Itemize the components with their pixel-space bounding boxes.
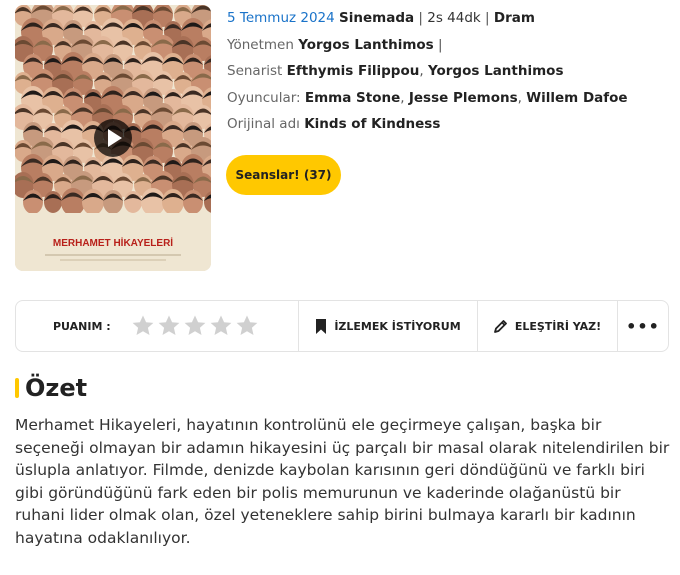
release-date[interactable]: 5 Temmuz 2024 xyxy=(227,10,335,26)
original-title-row: Orijinal adı Kinds of Kindness xyxy=(227,116,667,143)
poster-face xyxy=(141,188,165,216)
movie-info: 5 Temmuz 2024 Sinemada | 2s 44dk | Dram … xyxy=(227,10,667,143)
release-row: 5 Temmuz 2024 Sinemada | 2s 44dk | Dram xyxy=(227,10,535,26)
status-badge: Sinemada xyxy=(339,10,415,26)
summary-heading: Özet xyxy=(15,372,87,404)
watchlist-button[interactable]: İZLEMEK İSTİYORUM xyxy=(299,301,478,351)
play-icon[interactable] xyxy=(94,119,132,157)
poster-image: MERHAMET HİKAYELERİ xyxy=(15,5,211,271)
rating-section: PUANIM : xyxy=(16,301,299,351)
star-icon[interactable] xyxy=(131,314,155,338)
original-title: Kinds of Kindness xyxy=(304,116,441,132)
rating-label: PUANIM : xyxy=(53,319,111,333)
director-label: Yönetmen xyxy=(227,36,294,53)
write-review-button[interactable]: ELEŞTİRİ YAZ! xyxy=(478,301,618,351)
original-title-label: Orijinal adı xyxy=(227,116,300,132)
poster-face-collage xyxy=(15,5,211,216)
star-icon[interactable] xyxy=(209,314,233,338)
more-options-button[interactable]: ••• xyxy=(618,301,668,351)
star-icon[interactable] xyxy=(235,314,259,338)
cast-link[interactable]: Emma Stone xyxy=(305,90,400,106)
heading-accent-bar xyxy=(15,378,19,398)
watchlist-label: İZLEMEK İSTİYORUM xyxy=(334,319,461,333)
star-rating[interactable] xyxy=(131,314,259,338)
writer-row: Senarist Efthymis Filippou, Yorgos Lanth… xyxy=(227,63,564,79)
cast-link[interactable]: Willem Dafoe xyxy=(526,90,627,106)
movie-poster[interactable]: MERHAMET HİKAYELERİ xyxy=(15,5,211,271)
director-link[interactable]: Yorgos Lanthimos xyxy=(298,37,434,53)
more-icon: ••• xyxy=(626,316,660,336)
poster-title: MERHAMET HİKAYELERİ xyxy=(53,236,173,249)
sessions-button[interactable]: Seanslar! (37) xyxy=(226,155,341,195)
summary-text: Merhamet Hikayeleri, hayatının kontrolün… xyxy=(15,416,670,547)
writer-link[interactable]: Yorgos Lanthimos xyxy=(428,63,564,79)
cast-link[interactable]: Jesse Plemons xyxy=(409,90,518,106)
duration: 2s 44dk xyxy=(427,10,481,26)
writer-label: Senarist xyxy=(227,63,283,79)
bookmark-icon xyxy=(316,318,327,334)
director-row: Yönetmen Yorgos Lanthimos | xyxy=(227,36,443,53)
genre-link[interactable]: Dram xyxy=(494,10,535,26)
summary-title: Özet xyxy=(25,374,88,402)
poster-face xyxy=(162,189,184,215)
writer-link[interactable]: Efthymis Filippou xyxy=(287,63,420,79)
star-icon[interactable] xyxy=(183,314,207,338)
poster-face xyxy=(82,189,104,215)
pencil-icon xyxy=(493,320,507,333)
action-bar: PUANIM : İZLEMEK İSTİYORUM ELEŞTİRİ YAZ!… xyxy=(15,300,669,352)
cast-label: Oyuncular: xyxy=(227,89,301,106)
poster-face xyxy=(61,188,85,216)
cast-row: Oyuncular: Emma Stone, Jesse Plemons, Wi… xyxy=(227,89,628,106)
star-icon[interactable] xyxy=(157,314,181,338)
review-label: ELEŞTİRİ YAZ! xyxy=(514,319,602,333)
